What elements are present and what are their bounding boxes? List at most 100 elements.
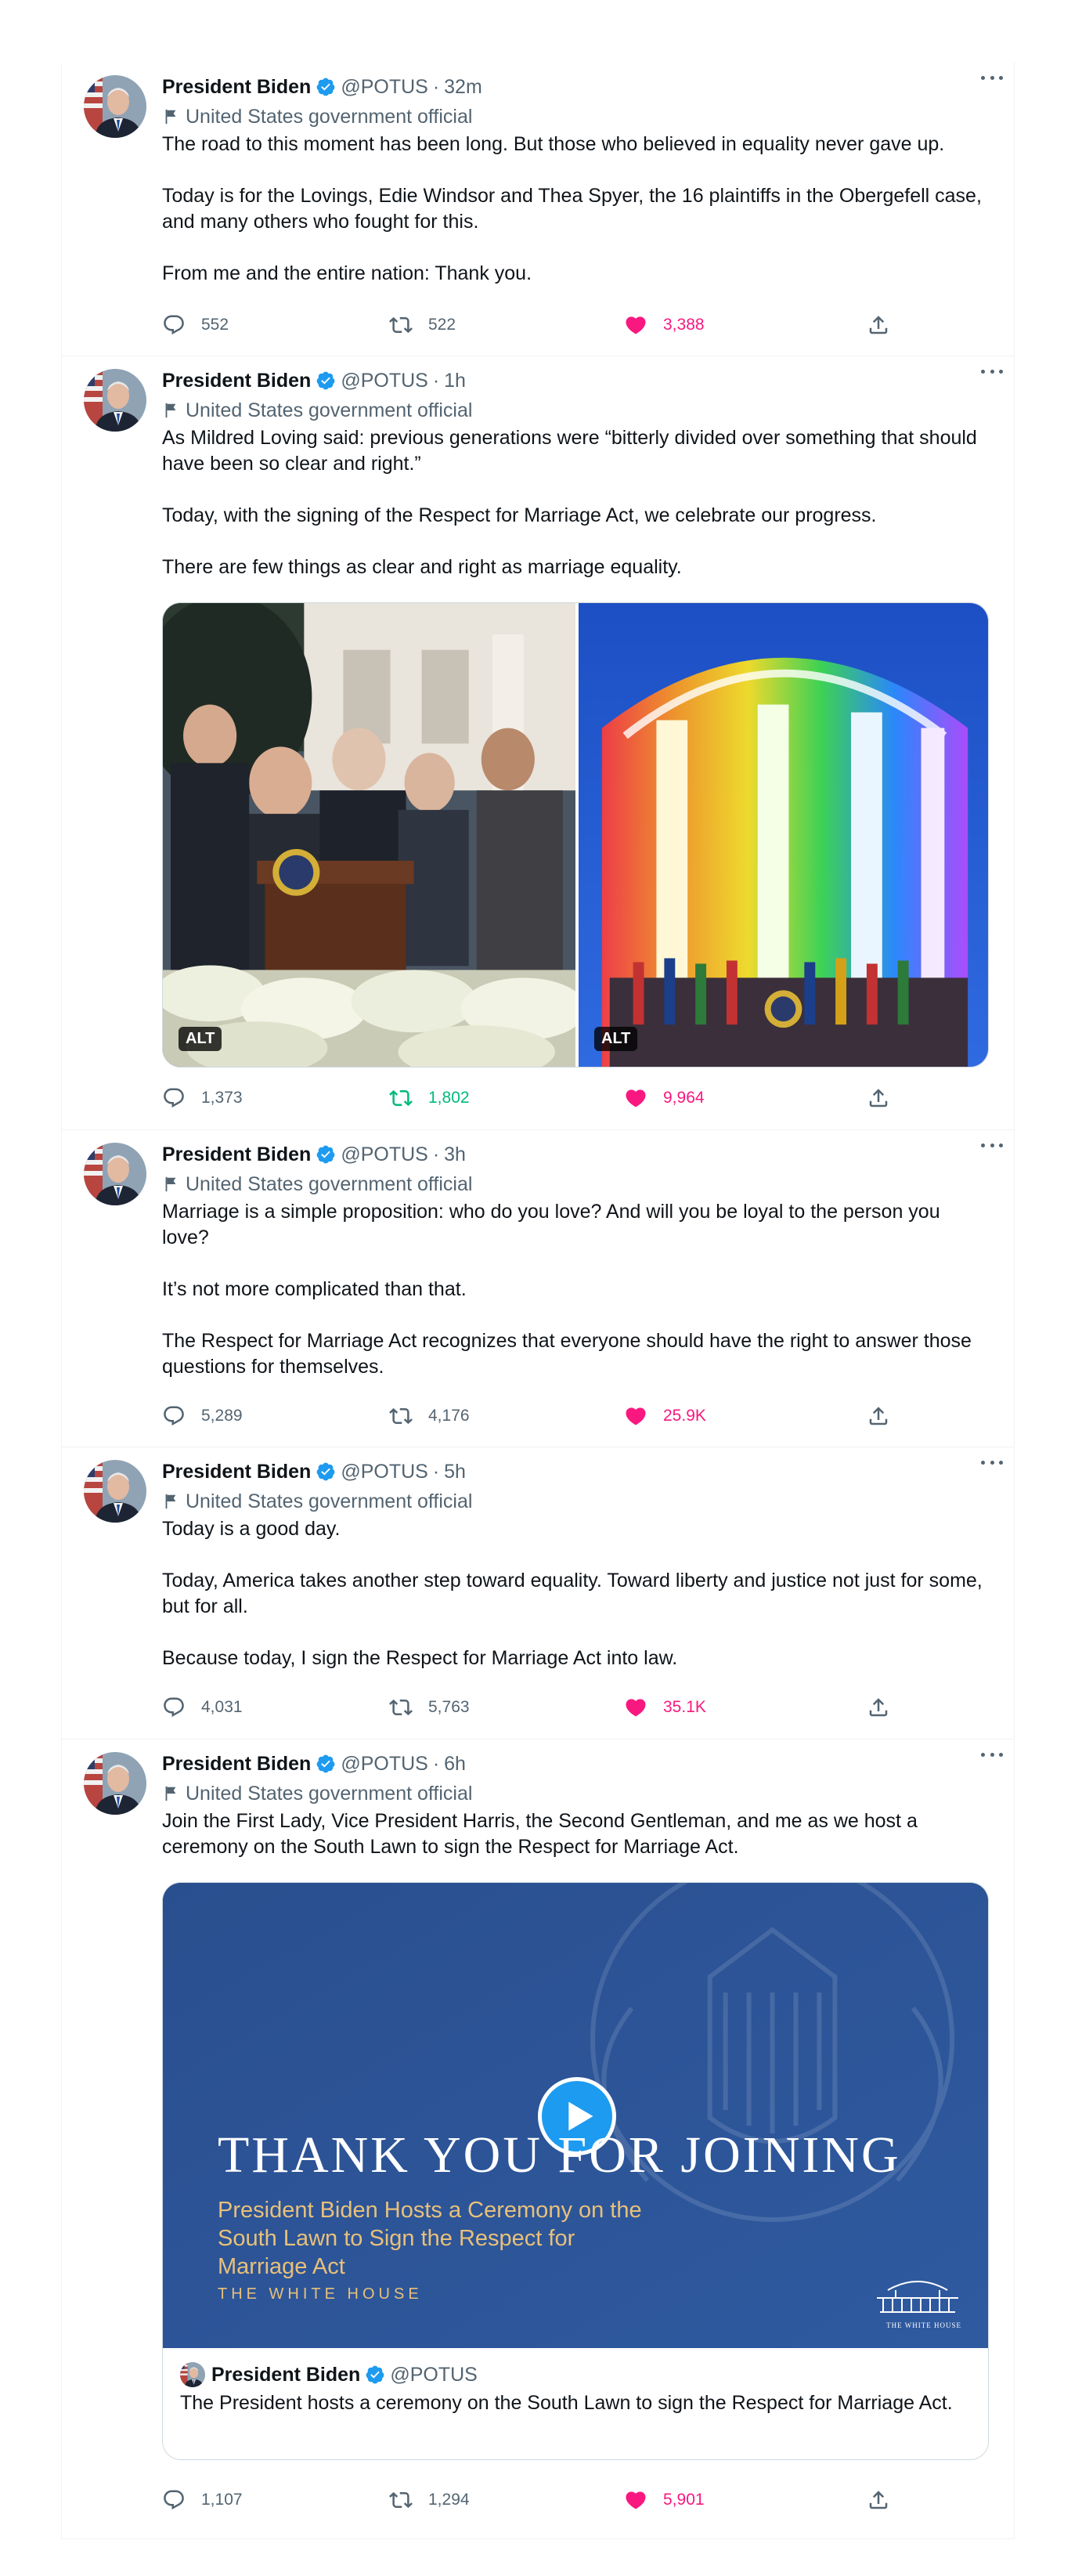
retweet-count: 522	[428, 316, 456, 334]
verified-badge-icon	[316, 1754, 336, 1774]
share-icon	[867, 313, 890, 337]
reply-count: 1,107	[201, 2491, 243, 2509]
share-button[interactable]	[867, 1082, 906, 1114]
author-handle[interactable]: @POTUS	[341, 76, 428, 99]
heart-icon	[624, 1404, 647, 1428]
tweet-2[interactable]: President Biden @POTUS · 1h United State…	[62, 356, 1014, 1130]
author-name[interactable]: President Biden	[162, 1143, 311, 1166]
timeline: President Biden @POTUS · 32m United Stat…	[61, 63, 1015, 2539]
white-house-logo	[877, 2281, 958, 2313]
quoted-tweet[interactable]: President Biden @POTUS The President hos…	[163, 2348, 988, 2430]
photo-rainbow-white-house[interactable]: ALT	[575, 603, 988, 1067]
avatar[interactable]	[84, 1752, 146, 1815]
avatar[interactable]	[84, 75, 146, 138]
flag-icon	[162, 402, 179, 419]
avatar[interactable]	[84, 1143, 146, 1205]
verified-badge-icon	[316, 1144, 336, 1165]
retweet-button[interactable]: 4,176	[389, 1400, 470, 1432]
tweet-1[interactable]: President Biden @POTUS · 32m United Stat…	[62, 63, 1014, 356]
retweet-count: 1,802	[428, 1089, 470, 1107]
tweet-paragraph: It’s not more complicated than that.	[162, 1278, 467, 1300]
reply-button[interactable]: 4,031	[162, 1692, 243, 1723]
share-button[interactable]	[867, 1400, 906, 1432]
tweet-paragraph: As Mildred Loving said: previous generat…	[162, 427, 977, 475]
share-icon	[867, 1696, 890, 1719]
reply-count: 5,289	[201, 1407, 243, 1425]
separator: ·	[432, 1143, 440, 1165]
like-button[interactable]: 25.9K	[624, 1400, 706, 1432]
account-label: United States government official	[162, 1779, 992, 1808]
separator: ·	[432, 369, 440, 392]
reply-icon	[162, 313, 186, 337]
share-button[interactable]	[867, 1692, 906, 1723]
white-house-logo-text: THE WHITE HOUSE	[886, 2321, 961, 2329]
tweet-actions: 1,373 1,802 9,964	[162, 1082, 961, 1114]
timestamp[interactable]: 3h	[444, 1143, 466, 1166]
heart-icon	[624, 1086, 647, 1110]
timestamp[interactable]: 1h	[444, 370, 466, 392]
tweet-text: The road to this moment has been long. B…	[162, 132, 984, 287]
author-handle[interactable]: @POTUS	[341, 1143, 428, 1166]
tweet-actions: 1,107 1,294 5,901	[162, 2484, 961, 2516]
like-count: 9,964	[663, 1089, 705, 1107]
retweet-button[interactable]: 5,763	[389, 1692, 470, 1723]
author-name[interactable]: President Biden	[162, 1753, 311, 1776]
reply-button[interactable]: 1,107	[162, 2484, 243, 2516]
heart-icon	[624, 313, 647, 337]
author-handle[interactable]: @POTUS	[341, 370, 428, 392]
flag-icon	[162, 1176, 179, 1193]
reply-count: 1,373	[201, 1089, 243, 1107]
tweet-paragraph: Today, America takes another step toward…	[162, 1570, 983, 1617]
timestamp[interactable]: 32m	[444, 76, 482, 99]
like-button[interactable]: 35.1K	[624, 1692, 706, 1723]
reply-button[interactable]: 5,289	[162, 1400, 243, 1432]
separator: ·	[432, 1752, 440, 1775]
account-label: United States government official	[162, 396, 992, 425]
author-name[interactable]: President Biden	[162, 370, 311, 392]
like-count: 25.9K	[663, 1407, 706, 1425]
tweet-text: Marriage is a simple proposition: who do…	[162, 1199, 984, 1380]
retweet-button[interactable]: 1,802	[389, 1082, 470, 1114]
account-label-text: United States government official	[186, 1782, 473, 1805]
tweet-5[interactable]: President Biden @POTUS · 6h United State…	[62, 1740, 1014, 2539]
retweet-count: 5,763	[428, 1698, 470, 1716]
account-label-text: United States government official	[186, 1172, 473, 1195]
video-headline: THANK YOU FOR JOINING	[218, 2126, 901, 2184]
retweet-count: 4,176	[428, 1407, 470, 1425]
video-thumbnail[interactable]: THANK YOU FOR JOINING President Biden Ho…	[163, 1883, 988, 2348]
retweet-icon	[389, 1404, 413, 1428]
tweet-paragraph: Because today, I sign the Respect for Ma…	[162, 1647, 678, 1669]
tweet-3[interactable]: President Biden @POTUS · 3h United State…	[62, 1130, 1014, 1447]
author-name[interactable]: President Biden	[162, 76, 311, 99]
avatar[interactable]	[84, 1460, 146, 1523]
share-button[interactable]	[867, 2484, 906, 2516]
like-button[interactable]: 9,964	[624, 1082, 705, 1114]
verified-badge-icon	[365, 2365, 385, 2385]
reply-button[interactable]: 1,373	[162, 1082, 243, 1114]
tweet-paragraph: There are few things as clear and right …	[162, 556, 682, 578]
photo-signing-ceremony[interactable]: ALT	[163, 603, 575, 1067]
retweet-icon	[389, 1086, 413, 1110]
video-quote-card[interactable]: THANK YOU FOR JOINING President Biden Ho…	[162, 1882, 989, 2460]
tweet-paragraph: Marriage is a simple proposition: who do…	[162, 1201, 940, 1248]
timestamp[interactable]: 6h	[444, 1753, 466, 1776]
alt-badge[interactable]: ALT	[179, 1027, 222, 1051]
timestamp[interactable]: 5h	[444, 1461, 466, 1483]
avatar[interactable]	[84, 369, 146, 432]
retweet-icon	[389, 1696, 413, 1719]
retweet-button[interactable]: 522	[389, 309, 456, 341]
reply-button[interactable]: 552	[162, 309, 229, 341]
tweet-4[interactable]: President Biden @POTUS · 5h United State…	[62, 1447, 1014, 1740]
author-name[interactable]: President Biden	[162, 1461, 311, 1483]
like-button[interactable]: 3,388	[624, 309, 705, 341]
alt-badge[interactable]: ALT	[594, 1027, 638, 1051]
separator: ·	[432, 75, 440, 98]
verified-badge-icon	[316, 77, 336, 97]
author-handle[interactable]: @POTUS	[341, 1753, 428, 1776]
retweet-button[interactable]: 1,294	[389, 2484, 470, 2516]
share-button[interactable]	[867, 309, 906, 341]
account-label: United States government official	[162, 1487, 992, 1516]
author-handle[interactable]: @POTUS	[341, 1461, 428, 1483]
tweet-text: Join the First Lady, Vice President Harr…	[162, 1808, 984, 1860]
like-button[interactable]: 5,901	[624, 2484, 705, 2516]
